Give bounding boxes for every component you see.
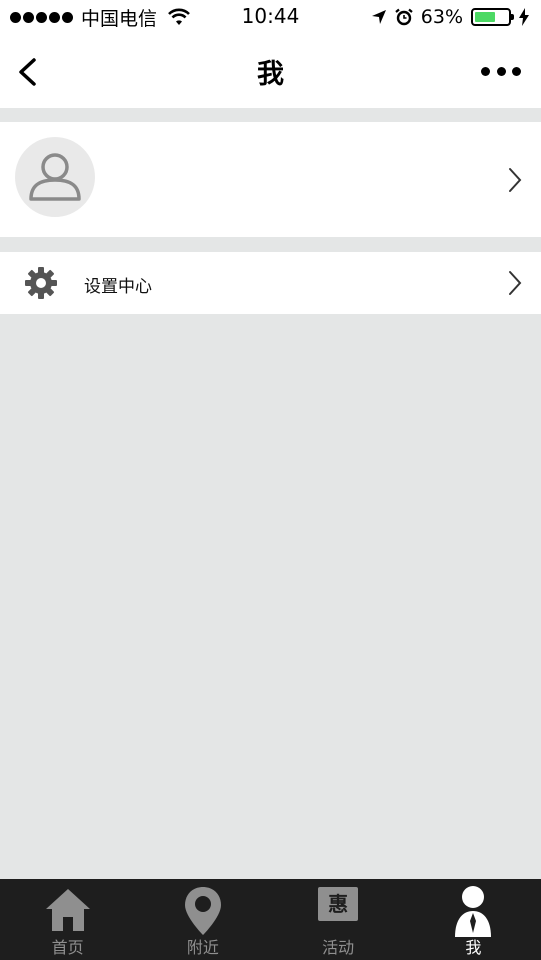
battery-fill — [475, 12, 496, 22]
location-arrow-icon — [371, 10, 386, 24]
tab-label: 首页 — [51, 938, 84, 957]
home-icon — [45, 889, 90, 931]
tab-label: 我 — [465, 938, 482, 957]
battery-percent: 63% — [420, 6, 463, 28]
status-right: 63% — [371, 6, 529, 28]
more-dots-icon[interactable] — [481, 62, 521, 80]
navigation-bar: 我 — [0, 36, 541, 108]
tab-nearby[interactable]: 附近 — [135, 879, 270, 960]
tab-home[interactable]: 首页 — [0, 879, 135, 960]
chevron-right-icon — [509, 271, 522, 295]
profile-row[interactable] — [0, 122, 541, 237]
alarm-icon — [395, 8, 413, 26]
map-pin-icon — [184, 887, 221, 935]
hui-badge-icon: 惠 — [318, 887, 359, 921]
charging-icon — [519, 8, 529, 26]
chevron-right-icon — [509, 168, 522, 192]
battery-icon — [471, 8, 514, 26]
settings-center-row[interactable]: 设置中心 — [0, 252, 541, 314]
tab-label: 附近 — [186, 938, 219, 957]
user-avatar-icon — [15, 137, 95, 217]
tab-activity[interactable]: 惠 活动 — [271, 879, 406, 960]
tab-bar: 首页 附近 惠 活动 我 — [0, 879, 541, 960]
status-bar: 中国电信 10:44 63% — [0, 0, 541, 36]
gear-icon — [25, 267, 57, 299]
tab-label: 活动 — [322, 938, 355, 957]
page-title: 我 — [257, 59, 284, 90]
person-icon — [455, 886, 492, 937]
tab-me[interactable]: 我 — [406, 879, 541, 960]
settings-center-label: 设置中心 — [84, 277, 152, 297]
